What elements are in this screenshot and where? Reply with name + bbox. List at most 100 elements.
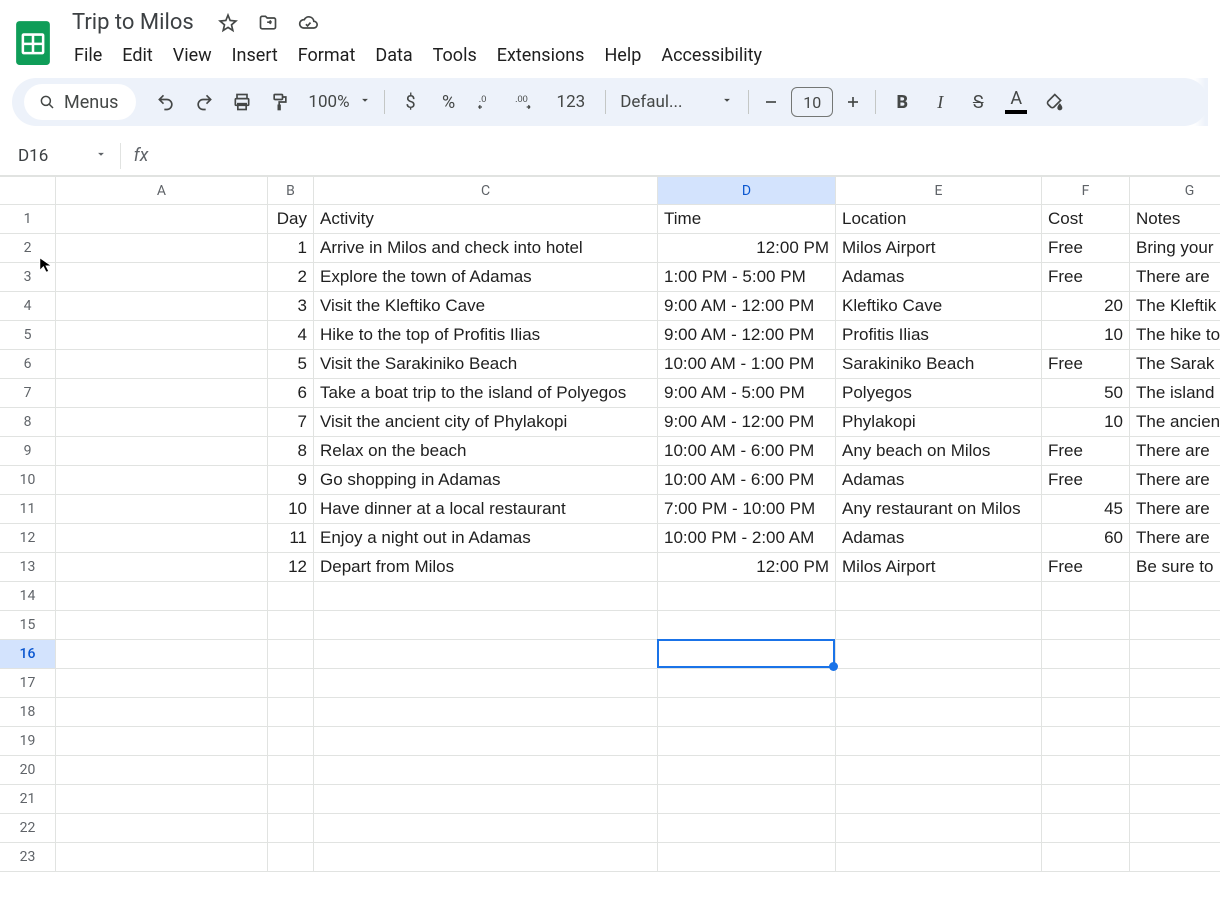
cell-B20[interactable] — [268, 756, 314, 785]
row-header-21[interactable]: 21 — [0, 785, 56, 814]
cell-C4[interactable]: Visit the Kleftiko Cave — [314, 292, 658, 321]
cell-A9[interactable] — [56, 437, 268, 466]
cell-G3[interactable]: There are — [1130, 263, 1220, 292]
row-header-13[interactable]: 13 — [0, 553, 56, 582]
cell-A11[interactable] — [56, 495, 268, 524]
cell-G17[interactable] — [1130, 669, 1220, 698]
cell-A14[interactable] — [56, 582, 268, 611]
cell-G22[interactable] — [1130, 814, 1220, 843]
cell-E14[interactable] — [836, 582, 1042, 611]
cell-G14[interactable] — [1130, 582, 1220, 611]
cell-C8[interactable]: Visit the ancient city of Phylakopi — [314, 408, 658, 437]
row-header-12[interactable]: 12 — [0, 524, 56, 553]
cell-A17[interactable] — [56, 669, 268, 698]
cell-E19[interactable] — [836, 727, 1042, 756]
cell-D8[interactable]: 9:00 AM - 12:00 PM — [658, 408, 836, 437]
cell-E10[interactable]: Adamas — [836, 466, 1042, 495]
cell-G2[interactable]: Bring your — [1130, 234, 1220, 263]
cell-E22[interactable] — [836, 814, 1042, 843]
cell-E12[interactable]: Adamas — [836, 524, 1042, 553]
cell-C19[interactable] — [314, 727, 658, 756]
cell-C13[interactable]: Depart from Milos — [314, 553, 658, 582]
cloud-status-icon[interactable] — [296, 11, 320, 35]
cell-C16[interactable] — [314, 640, 658, 669]
cell-D1[interactable]: Time — [658, 205, 836, 234]
row-header-9[interactable]: 9 — [0, 437, 56, 466]
cell-D6[interactable]: 10:00 AM - 1:00 PM — [658, 350, 836, 379]
cell-C20[interactable] — [314, 756, 658, 785]
cell-F17[interactable] — [1042, 669, 1130, 698]
cell-A6[interactable] — [56, 350, 268, 379]
column-header-F[interactable]: F — [1042, 177, 1130, 205]
cell-E18[interactable] — [836, 698, 1042, 727]
cell-F23[interactable] — [1042, 843, 1130, 872]
cell-G9[interactable]: There are — [1130, 437, 1220, 466]
cell-E9[interactable]: Any beach on Milos — [836, 437, 1042, 466]
cell-A12[interactable] — [56, 524, 268, 553]
column-header-D[interactable]: D — [658, 177, 836, 205]
cell-D9[interactable]: 10:00 AM - 6:00 PM — [658, 437, 836, 466]
cell-A15[interactable] — [56, 611, 268, 640]
row-header-23[interactable]: 23 — [0, 843, 56, 872]
cell-E8[interactable]: Phylakopi — [836, 408, 1042, 437]
cell-E7[interactable]: Polyegos — [836, 379, 1042, 408]
cell-F15[interactable] — [1042, 611, 1130, 640]
row-header-11[interactable]: 11 — [0, 495, 56, 524]
row-header-4[interactable]: 4 — [0, 292, 56, 321]
cell-B1[interactable]: Day — [268, 205, 314, 234]
cell-G7[interactable]: The island — [1130, 379, 1220, 408]
cell-D13[interactable]: 12:00 PM — [658, 553, 836, 582]
undo-button[interactable] — [148, 84, 184, 120]
row-header-5[interactable]: 5 — [0, 321, 56, 350]
cell-F13[interactable]: Free — [1042, 553, 1130, 582]
cell-G5[interactable]: The hike to — [1130, 321, 1220, 350]
row-header-7[interactable]: 7 — [0, 379, 56, 408]
column-header-B[interactable]: B — [268, 177, 314, 205]
cell-E5[interactable]: Profitis Ilias — [836, 321, 1042, 350]
cell-B23[interactable] — [268, 843, 314, 872]
row-header-19[interactable]: 19 — [0, 727, 56, 756]
cell-E11[interactable]: Any restaurant on Milos — [836, 495, 1042, 524]
cell-F20[interactable] — [1042, 756, 1130, 785]
cell-F18[interactable] — [1042, 698, 1130, 727]
cell-B9[interactable]: 8 — [268, 437, 314, 466]
cell-G19[interactable] — [1130, 727, 1220, 756]
cell-C9[interactable]: Relax on the beach — [314, 437, 658, 466]
text-color-button[interactable]: A — [998, 84, 1034, 120]
cell-C15[interactable] — [314, 611, 658, 640]
move-folder-icon[interactable] — [256, 11, 280, 35]
cell-B6[interactable]: 5 — [268, 350, 314, 379]
cell-A21[interactable] — [56, 785, 268, 814]
cell-B3[interactable]: 2 — [268, 263, 314, 292]
cell-F9[interactable]: Free — [1042, 437, 1130, 466]
cell-G11[interactable]: There are — [1130, 495, 1220, 524]
cell-E16[interactable] — [836, 640, 1042, 669]
cell-A23[interactable] — [56, 843, 268, 872]
cell-E2[interactable]: Milos Airport — [836, 234, 1042, 263]
cell-F2[interactable]: Free — [1042, 234, 1130, 263]
cell-B17[interactable] — [268, 669, 314, 698]
cell-C23[interactable] — [314, 843, 658, 872]
increase-font-size-button[interactable] — [839, 84, 867, 120]
cell-D3[interactable]: 1:00 PM - 5:00 PM — [658, 263, 836, 292]
cell-B21[interactable] — [268, 785, 314, 814]
cell-A7[interactable] — [56, 379, 268, 408]
cell-D11[interactable]: 7:00 PM - 10:00 PM — [658, 495, 836, 524]
cell-A5[interactable] — [56, 321, 268, 350]
row-header-15[interactable]: 15 — [0, 611, 56, 640]
cell-F4[interactable]: 20 — [1042, 292, 1130, 321]
cell-D12[interactable]: 10:00 PM - 2:00 AM — [658, 524, 836, 553]
menus-search-pill[interactable]: Menus — [24, 84, 136, 120]
cell-E1[interactable]: Location — [836, 205, 1042, 234]
cell-A8[interactable] — [56, 408, 268, 437]
cell-B5[interactable]: 4 — [268, 321, 314, 350]
column-header-A[interactable]: A — [56, 177, 268, 205]
cell-D17[interactable] — [658, 669, 836, 698]
cell-C5[interactable]: Hike to the top of Profitis Ilias — [314, 321, 658, 350]
cell-G23[interactable] — [1130, 843, 1220, 872]
cell-F16[interactable] — [1042, 640, 1130, 669]
cell-G10[interactable]: There are — [1130, 466, 1220, 495]
cell-C12[interactable]: Enjoy a night out in Adamas — [314, 524, 658, 553]
zoom-group[interactable]: 100% — [300, 92, 375, 112]
cell-C14[interactable] — [314, 582, 658, 611]
